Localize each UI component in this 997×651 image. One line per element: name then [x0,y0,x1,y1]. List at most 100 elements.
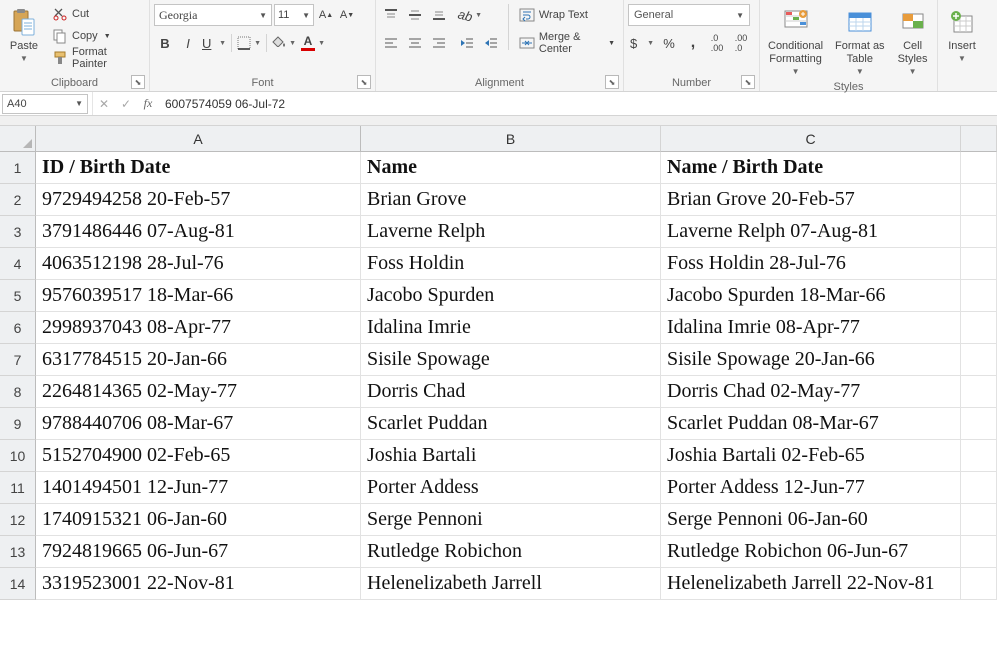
percent-format-button[interactable]: % [658,32,680,54]
paste-button[interactable]: Paste ▼ [4,4,44,66]
cell-B9[interactable]: Scarlet Puddan [361,408,661,440]
increase-indent-button[interactable] [480,32,502,54]
cell-B4[interactable]: Foss Holdin [361,248,661,280]
cell-styles-button[interactable]: Cell Styles ▼ [893,4,933,79]
cell-A7[interactable]: 6317784515 20-Jan-66 [36,344,361,376]
cell-C5[interactable]: Jacobo Spurden 18-Mar-66 [661,280,961,312]
cell-D12[interactable] [961,504,997,536]
fill-color-button[interactable]: ▼ [270,32,298,54]
formula-input[interactable] [159,93,997,115]
row-header[interactable]: 2 [0,184,36,216]
align-top-button[interactable] [380,4,402,26]
number-format-combo[interactable]: General ▼ [628,4,750,26]
align-center-button[interactable] [404,32,426,54]
italic-button[interactable]: I [177,32,199,54]
cell-C4[interactable]: Foss Holdin 28-Jul-76 [661,248,961,280]
cell-B3[interactable]: Laverne Relph [361,216,661,248]
bold-button[interactable]: B [154,32,176,54]
cell-A2[interactable]: 9729494258 20-Feb-57 [36,184,361,216]
dialog-launcher-icon[interactable]: ⬊ [605,75,619,89]
enter-formula-button[interactable]: ✓ [115,93,137,115]
column-header-D[interactable] [961,126,997,152]
cell-C3[interactable]: Laverne Relph 07-Aug-81 [661,216,961,248]
cell-A5[interactable]: 9576039517 18-Mar-66 [36,280,361,312]
cell-A6[interactable]: 2998937043 08-Apr-77 [36,312,361,344]
orientation-button[interactable]: ab ▼ [456,4,484,26]
cell-C1[interactable]: Name / Birth Date [661,152,961,184]
comma-format-button[interactable]: , [682,32,704,54]
row-header[interactable]: 13 [0,536,36,568]
increase-decimal-button[interactable]: .0.00 [706,32,728,54]
cell-A13[interactable]: 7924819665 06-Jun-67 [36,536,361,568]
cell-A1[interactable]: ID / Birth Date [36,152,361,184]
cell-A12[interactable]: 1740915321 06-Jan-60 [36,504,361,536]
cell-D8[interactable] [961,376,997,408]
increase-font-size-button[interactable]: A▲ [316,4,336,26]
select-all-corner[interactable] [0,126,36,152]
cancel-formula-button[interactable]: ✕ [93,93,115,115]
name-box[interactable]: A40 ▼ [2,94,88,114]
cell-C10[interactable]: Joshia Bartali 02-Feb-65 [661,440,961,472]
row-header[interactable]: 8 [0,376,36,408]
cell-B14[interactable]: Helenelizabeth Jarrell [361,568,661,600]
cell-A3[interactable]: 3791486446 07-Aug-81 [36,216,361,248]
align-right-button[interactable] [428,32,450,54]
row-header[interactable]: 3 [0,216,36,248]
cell-B7[interactable]: Sisile Spowage [361,344,661,376]
cell-C12[interactable]: Serge Pennoni 06-Jan-60 [661,504,961,536]
align-bottom-button[interactable] [428,4,450,26]
cell-D14[interactable] [961,568,997,600]
row-header[interactable]: 6 [0,312,36,344]
accounting-format-button[interactable]: $▼ [628,32,656,54]
cell-A11[interactable]: 1401494501 12-Jun-77 [36,472,361,504]
font-name-combo[interactable]: Georgia ▼ [154,4,272,26]
dialog-launcher-icon[interactable]: ⬊ [357,75,371,89]
cell-A10[interactable]: 5152704900 02-Feb-65 [36,440,361,472]
decrease-decimal-button[interactable]: .00.0 [730,32,752,54]
cell-D9[interactable] [961,408,997,440]
cell-D5[interactable] [961,280,997,312]
cell-B12[interactable]: Serge Pennoni [361,504,661,536]
row-header[interactable]: 1 [0,152,36,184]
conditional-formatting-button[interactable]: Conditional Formatting ▼ [764,4,827,79]
row-header[interactable]: 12 [0,504,36,536]
dialog-launcher-icon[interactable]: ⬊ [131,75,145,89]
insert-button[interactable]: Insert ▼ [942,4,982,66]
cell-C9[interactable]: Scarlet Puddan 08-Mar-67 [661,408,961,440]
cell-D10[interactable] [961,440,997,472]
insert-function-button[interactable]: fx [137,93,159,115]
borders-button[interactable]: ▼ [235,32,263,54]
column-header-C[interactable]: C [661,126,961,152]
column-header-A[interactable]: A [36,126,361,152]
cell-D7[interactable] [961,344,997,376]
cut-button[interactable]: Cut [48,4,145,24]
cell-D1[interactable] [961,152,997,184]
font-size-combo[interactable]: 11 ▼ [274,4,314,26]
cell-A8[interactable]: 2264814365 02-May-77 [36,376,361,408]
cell-D11[interactable] [961,472,997,504]
cell-C6[interactable]: Idalina Imrie 08-Apr-77 [661,312,961,344]
align-left-button[interactable] [380,32,402,54]
copy-button[interactable]: Copy ▼ [48,26,145,46]
align-middle-button[interactable] [404,4,426,26]
row-header[interactable]: 14 [0,568,36,600]
wrap-text-button[interactable]: Wrap Text [515,4,619,26]
column-header-B[interactable]: B [361,126,661,152]
cell-C2[interactable]: Brian Grove 20-Feb-57 [661,184,961,216]
font-color-button[interactable]: A ▼ [299,32,327,54]
cell-C14[interactable]: Helenelizabeth Jarrell 22-Nov-81 [661,568,961,600]
cell-C7[interactable]: Sisile Spowage 20-Jan-66 [661,344,961,376]
decrease-indent-button[interactable] [456,32,478,54]
cell-D2[interactable] [961,184,997,216]
cell-A14[interactable]: 3319523001 22-Nov-81 [36,568,361,600]
merge-center-button[interactable]: Merge & Center ▼ [515,32,619,54]
cell-C13[interactable]: Rutledge Robichon 06-Jun-67 [661,536,961,568]
cell-D4[interactable] [961,248,997,280]
cell-B6[interactable]: Idalina Imrie [361,312,661,344]
cell-B5[interactable]: Jacobo Spurden [361,280,661,312]
row-header[interactable]: 5 [0,280,36,312]
cell-D6[interactable] [961,312,997,344]
row-header[interactable]: 9 [0,408,36,440]
cell-D3[interactable] [961,216,997,248]
row-header[interactable]: 11 [0,472,36,504]
